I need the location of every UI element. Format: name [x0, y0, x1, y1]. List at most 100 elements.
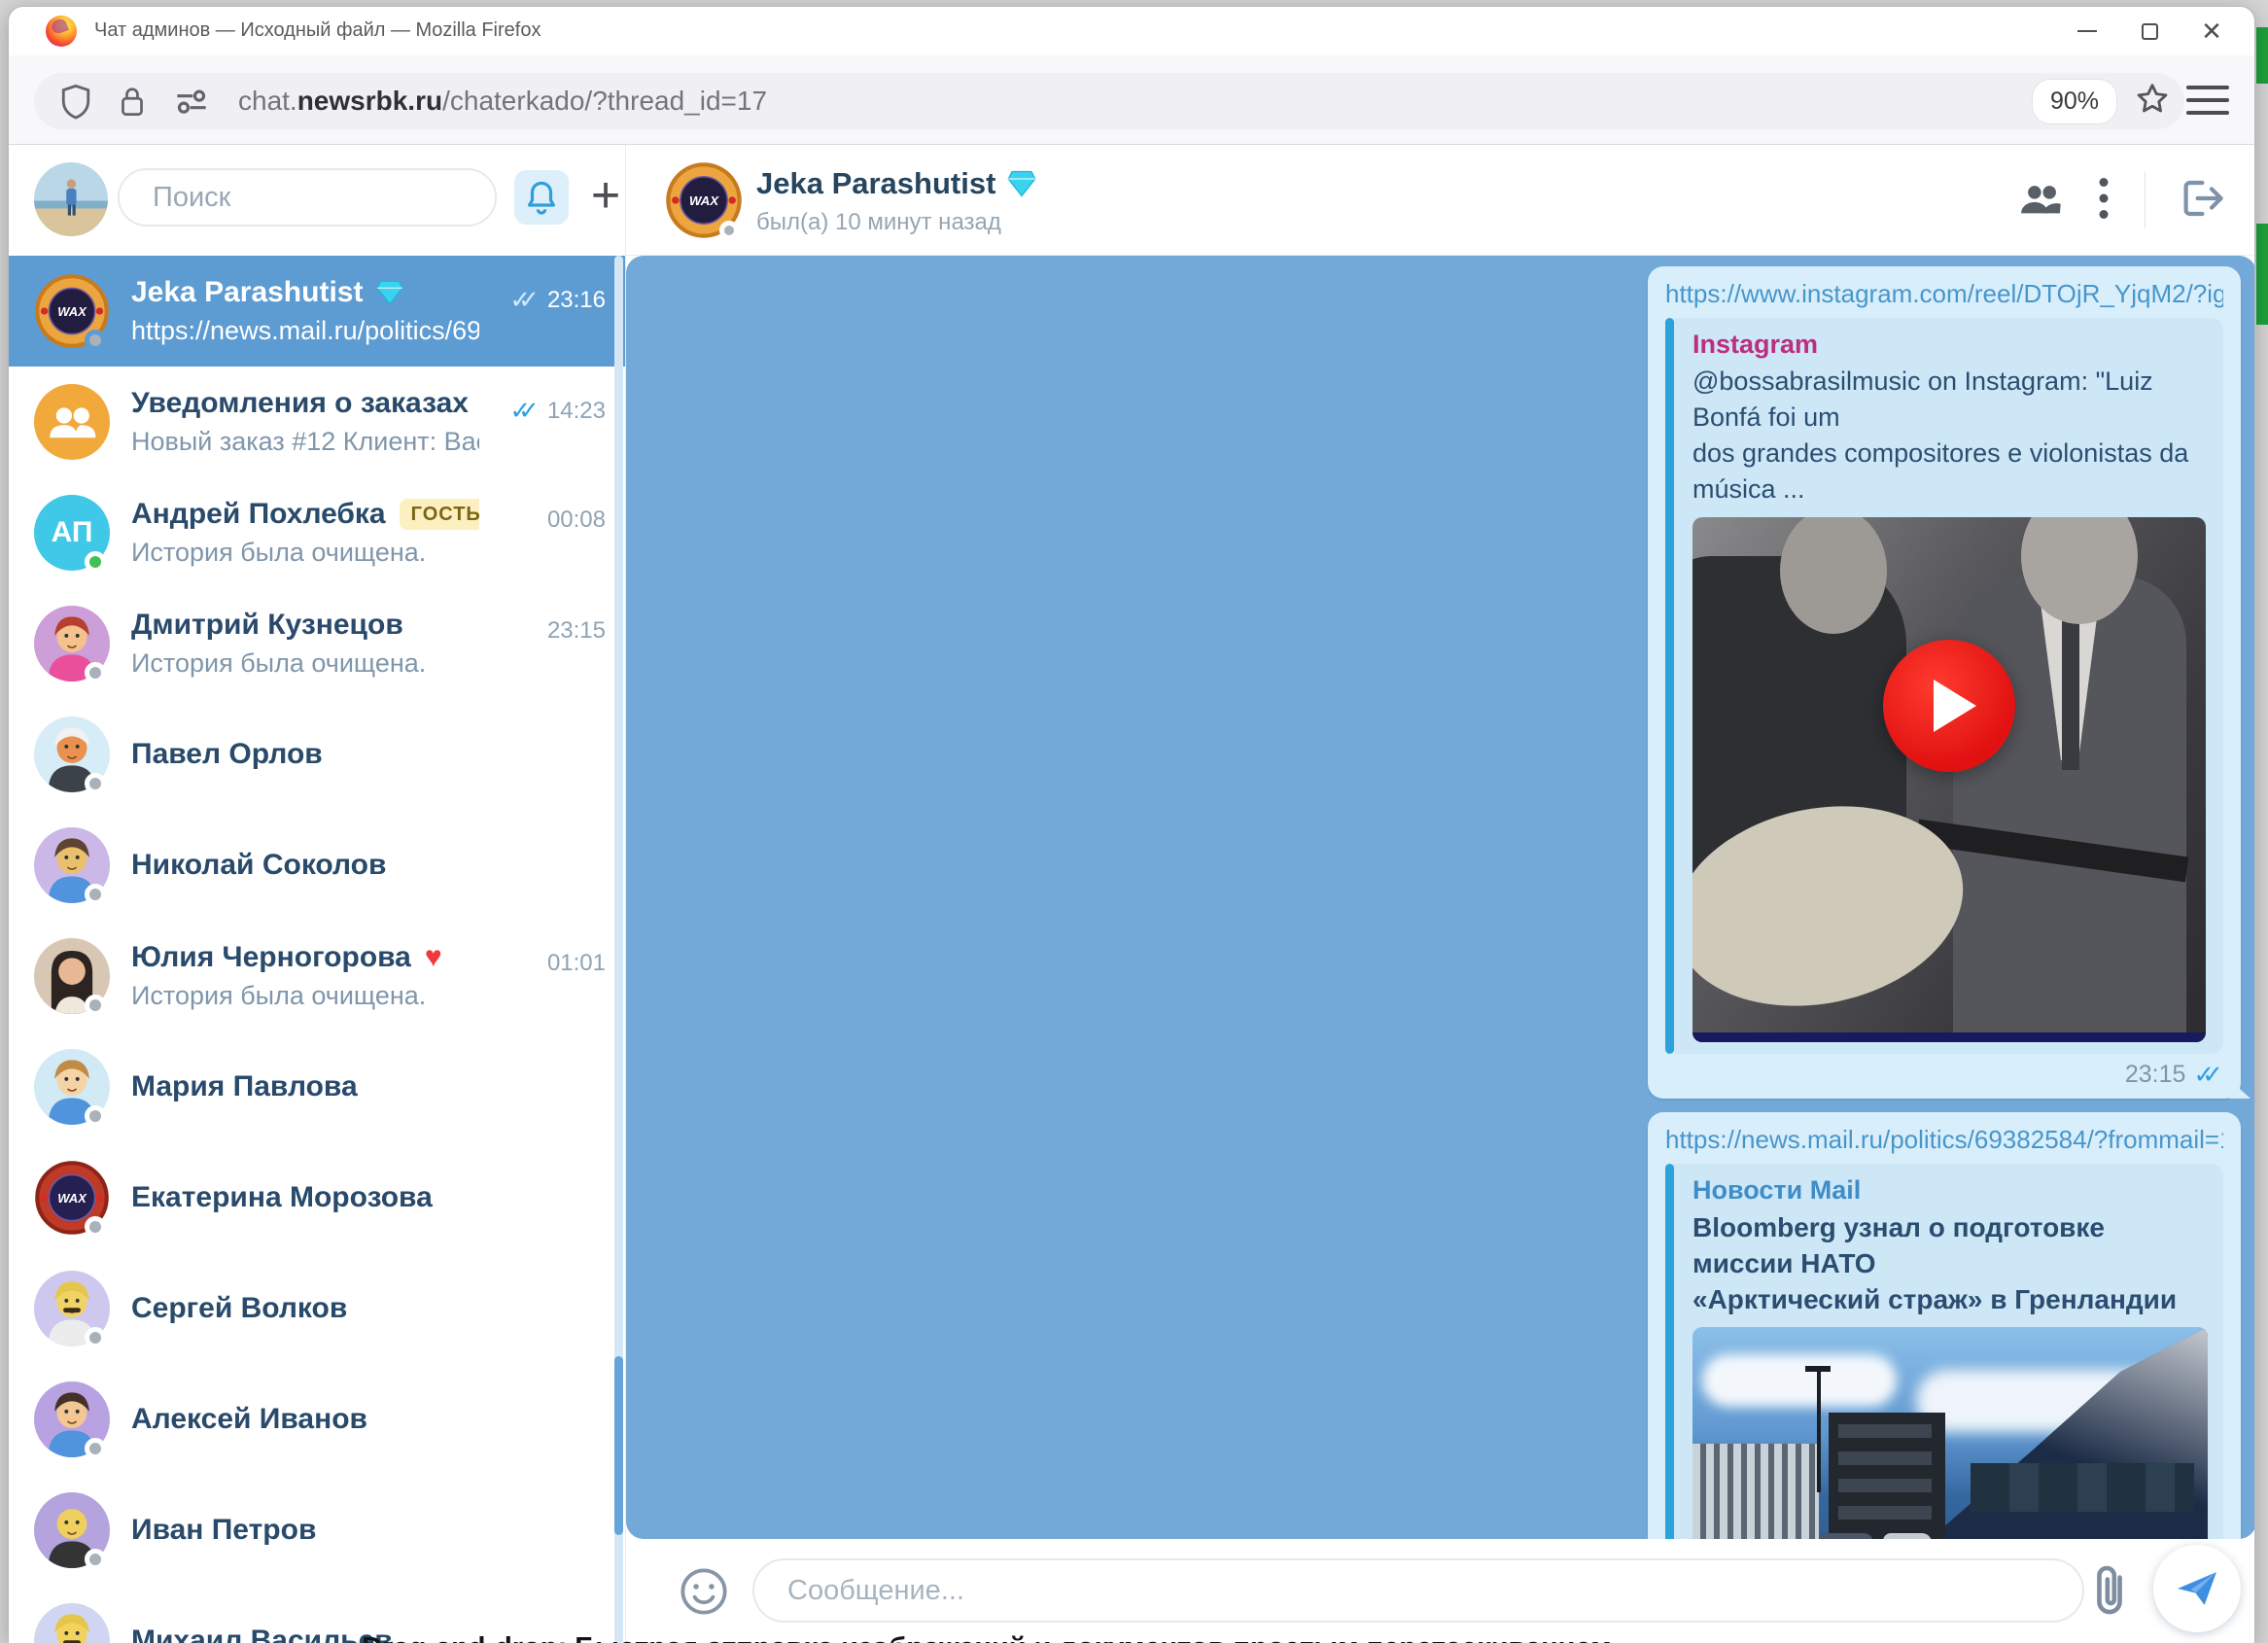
status-dot — [85, 1216, 106, 1238]
sidebar-scrollbar-thumb[interactable] — [614, 1356, 623, 1535]
chat-app: + WAX Jeka Parashutist https://news.mail… — [9, 145, 2255, 1643]
url-bar[interactable]: chat.newsrbk.ru/chaterkado/?thread_id=17… — [34, 73, 2184, 129]
video-preview[interactable] — [1692, 517, 2206, 1042]
close-button[interactable]: ✕ — [2181, 7, 2243, 55]
divider — [2145, 172, 2146, 228]
browser-toolbar: chat.newsrbk.ru/chaterkado/?thread_id=17… — [9, 55, 2254, 145]
preview-site-name: Новости Mail — [1692, 1175, 2210, 1206]
send-plane-icon — [2175, 1568, 2219, 1609]
chat-name: Екатерина Морозова — [131, 1181, 433, 1214]
chat-name: Юлия Черногорова — [131, 941, 411, 974]
chat-list-item[interactable]: Уведомления о заказах Новый заказ #12 Кл… — [9, 367, 625, 477]
more-options-button[interactable] — [2098, 175, 2110, 227]
preview-site-name: Instagram — [1692, 330, 2210, 360]
leave-chat-button[interactable] — [2181, 177, 2227, 225]
chat-list: WAX Jeka Parashutist https://news.mail.r… — [9, 256, 625, 1643]
preview-title: Bloomberg узнал о подготовке миссии НАТО… — [1692, 1209, 2210, 1317]
message-link[interactable]: https://news.mail.ru/politics/69382584/?… — [1665, 1125, 2223, 1155]
firefox-window: Чат админов — Исходный файл — Mozilla Fi… — [8, 6, 2255, 1643]
chat-partner-name: Jeka Parashutist — [756, 166, 1036, 201]
chat-list-item[interactable]: Павел Орлов — [9, 699, 625, 810]
chat-list-item[interactable]: Юлия Черногорова ♥ История была очищена.… — [9, 921, 625, 1031]
chat-list-item[interactable]: Иван Петров — [9, 1475, 625, 1586]
chat-time: 23:15 — [547, 617, 606, 645]
chat-list-item[interactable]: Сергей Волков — [9, 1253, 625, 1364]
sidebar: + WAX Jeka Parashutist https://news.mail… — [9, 145, 626, 1643]
permissions-icon[interactable] — [172, 83, 211, 120]
outgoing-message: https://www.instagram.com/reel/DTOjR_Yjq… — [1648, 266, 2241, 1099]
message-input[interactable] — [752, 1558, 2084, 1623]
chat-list-item[interactable]: АП Андрей Похлебка ГОСТЬ История была оч… — [9, 477, 625, 588]
search-box — [118, 168, 497, 227]
chat-list-item[interactable]: WAX Екатерина Морозова — [9, 1142, 625, 1253]
chat-name: Андрей Похлебка — [131, 498, 386, 531]
chat-time: 00:08 — [547, 507, 606, 534]
status-dot — [85, 995, 106, 1016]
attach-file-button[interactable] — [2087, 1562, 2134, 1621]
read-checks-icon: ✓✓ — [509, 285, 540, 315]
my-profile-avatar[interactable] — [34, 162, 108, 236]
title-bar: Чат админов — Исходный файл — Mozilla Fi… — [9, 7, 2254, 55]
send-button[interactable] — [2153, 1545, 2241, 1632]
zoom-level-badge[interactable]: 90% — [2033, 80, 2116, 123]
chat-avatar — [34, 384, 110, 460]
messages-area: https://www.instagram.com/reel/DTOjR_Yjq… — [626, 256, 2255, 1539]
status-dot — [85, 1549, 106, 1570]
paperclip-icon — [2087, 1562, 2132, 1619]
message-time: 23:15✓✓ — [1665, 1060, 2223, 1090]
diamond-icon — [376, 280, 403, 305]
status-dot — [85, 1438, 106, 1459]
chat-name: Мария Павлова — [131, 1070, 358, 1103]
window-title: Чат админов — Исходный файл — Mozilla Fi… — [94, 19, 541, 42]
message-input-bar — [626, 1539, 2255, 1643]
read-checks-icon: ✓✓ — [2193, 1060, 2223, 1090]
chat-name: Jeka Parashutist — [131, 276, 363, 309]
chat-name: Дмитрий Кузнецов — [131, 609, 403, 642]
preview-description: @bossabrasilmusic on Instagram: "Luiz Bo… — [1692, 364, 2210, 507]
chat-avatar — [34, 1603, 110, 1643]
status-dot — [85, 1327, 106, 1348]
maximize-button[interactable] — [2118, 7, 2181, 55]
bookmark-star-icon[interactable] — [2134, 81, 2171, 122]
chat-list-item[interactable]: Дмитрий Кузнецов История была очищена. 2… — [9, 588, 625, 699]
last-seen-status: был(а) 10 минут назад — [756, 209, 1001, 236]
chat-time: 23:16 — [547, 287, 606, 314]
chat-list-item[interactable]: WAX Jeka Parashutist https://news.mail.r… — [9, 256, 625, 367]
status-dot — [85, 1105, 106, 1127]
chat-list-item[interactable]: Алексей Иванов — [9, 1364, 625, 1475]
chat-time: 14:23 — [547, 398, 606, 425]
maximize-icon — [2142, 23, 2158, 40]
status-dot — [85, 551, 106, 573]
diamond-icon — [1007, 170, 1036, 197]
minimize-button[interactable] — [2056, 7, 2118, 55]
hamburger-menu-button[interactable] — [2186, 78, 2229, 122]
chat-name: Иван Петров — [131, 1514, 316, 1547]
firefox-icon — [46, 16, 77, 47]
desktop: Чат админов — Исходный файл — Mozilla Fi… — [0, 0, 2268, 1643]
emoji-button[interactable] — [679, 1566, 729, 1617]
partner-status-dot — [719, 221, 739, 240]
status-dot — [85, 884, 106, 905]
shield-icon[interactable] — [59, 83, 92, 120]
svg-text:WAX: WAX — [57, 1191, 87, 1206]
chat-time: 01:01 — [547, 950, 606, 977]
status-dot — [85, 773, 106, 794]
chat-last-message: https://news.mail.ru/politics/69382584/?… — [131, 316, 479, 346]
play-button[interactable] — [1883, 640, 2015, 772]
smiley-icon — [679, 1566, 729, 1617]
search-input[interactable] — [120, 170, 495, 225]
chat-name: Уведомления о заказах — [131, 387, 469, 420]
chat-list-item[interactable]: Мария Павлова — [9, 1031, 625, 1142]
chat-list-item[interactable]: Николай Соколов — [9, 810, 625, 921]
lock-icon[interactable] — [118, 83, 147, 120]
message-link[interactable]: https://www.instagram.com/reel/DTOjR_Yjq… — [1665, 279, 2223, 309]
link-preview-card[interactable]: Instagram @bossabrasilmusic on Instagram… — [1665, 318, 2223, 1054]
status-dot — [85, 662, 106, 683]
minimize-icon — [2077, 30, 2097, 32]
new-chat-button[interactable]: + — [582, 164, 626, 227]
chat-name: Алексей Иванов — [131, 1403, 367, 1436]
chat-name: Николай Соколов — [131, 849, 386, 882]
notifications-button[interactable] — [514, 170, 569, 225]
members-button[interactable] — [2018, 179, 2063, 223]
heart-icon: ♥ — [425, 941, 442, 974]
